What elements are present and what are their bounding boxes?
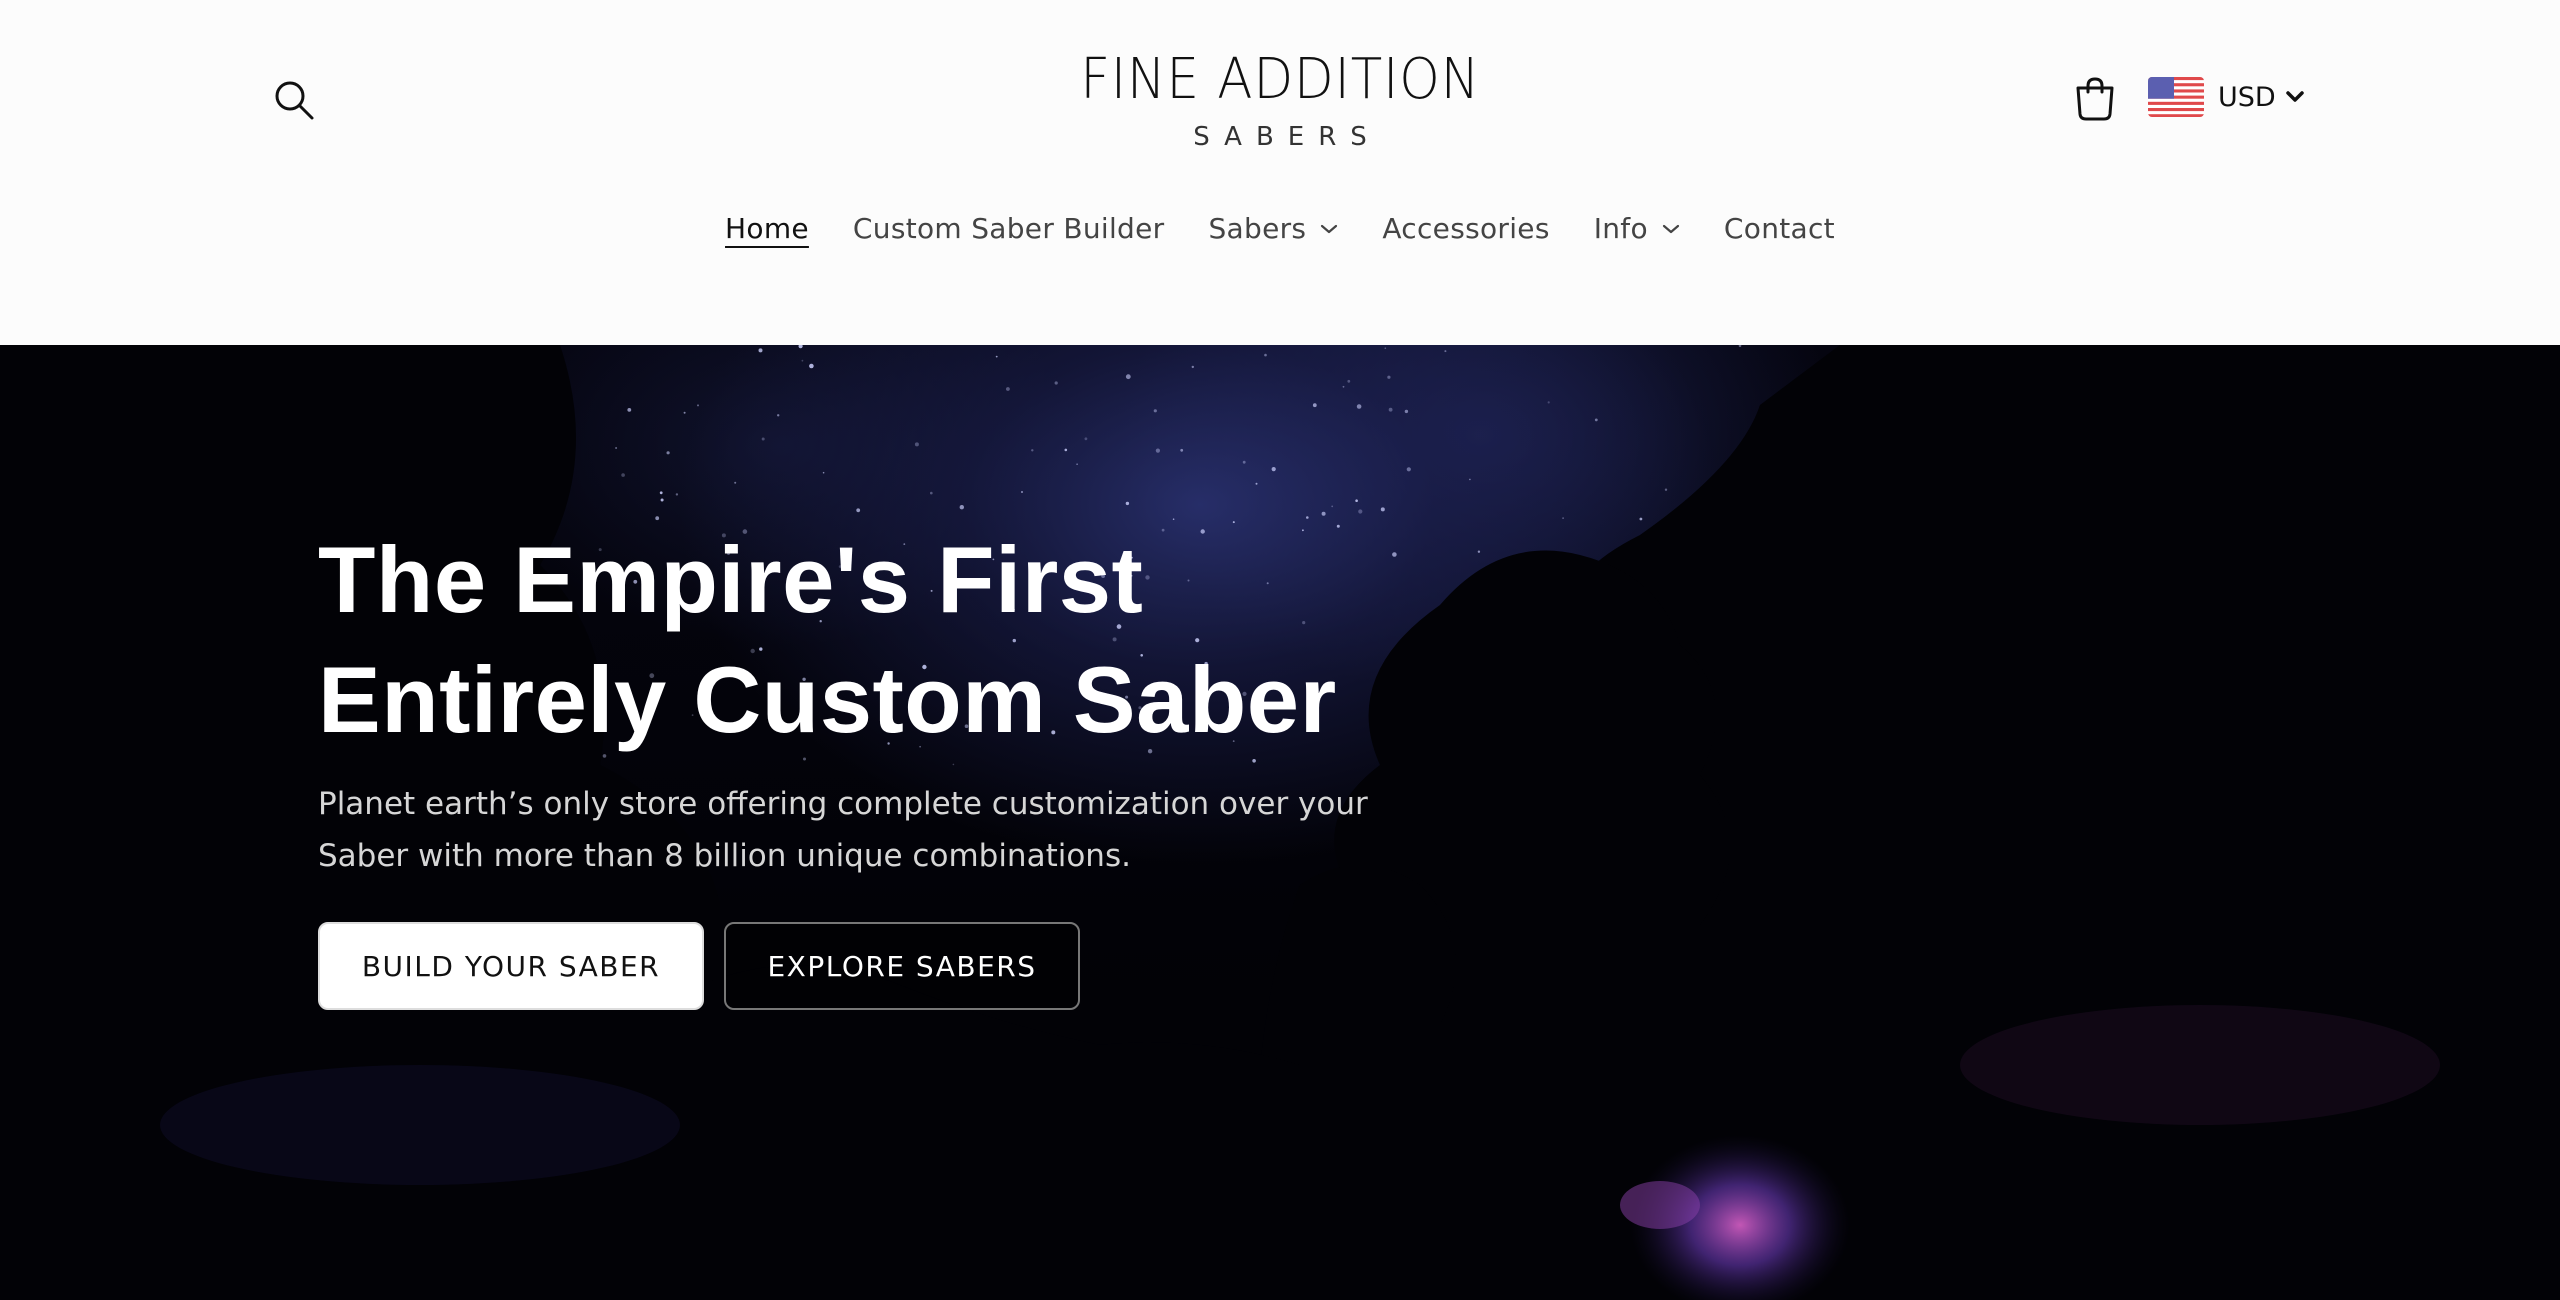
star (1380, 507, 1385, 512)
nav-item-label: Custom Saber Builder (852, 212, 1165, 245)
hero-title-line: Entirely Custom Saber (318, 647, 1337, 752)
star (761, 437, 765, 441)
star (995, 355, 998, 358)
nav-item-label: Contact (1723, 212, 1835, 245)
nav-item-contact[interactable]: Contact (1702, 212, 1857, 245)
star (856, 508, 861, 513)
star (659, 491, 663, 495)
shopping-bag-icon (2076, 77, 2114, 121)
nav-item-label: Accessories (1382, 212, 1550, 245)
star (1388, 407, 1393, 412)
star (1031, 449, 1034, 452)
chevron-down-icon (1662, 224, 1680, 233)
star (734, 481, 737, 484)
logo-wordmark: FINE ADDITION (1080, 47, 1480, 112)
star (1242, 460, 1246, 464)
star (1271, 467, 1276, 472)
star (1076, 463, 1078, 465)
main-nav: Home Custom Saber Builder Sabers Accesso… (0, 212, 2560, 245)
star (627, 408, 632, 412)
star (1306, 516, 1309, 519)
star (1355, 499, 1358, 502)
nav-item-accessories[interactable]: Accessories (1360, 212, 1571, 245)
hero-banner: The Empire's First Entirely Custom Saber… (0, 345, 2560, 1300)
chevron-down-icon (1321, 224, 1338, 233)
star (1444, 350, 1447, 353)
site-header: FINE ADDITION SABERS USD Home Custom Sab… (0, 0, 2560, 345)
currency-selector[interactable]: USD (2148, 74, 2304, 120)
hero-buttons: BUILD YOUR SABER EXPLORE SABERS (318, 922, 1518, 1010)
hero-subtitle: Planet earth’s only store offering compl… (318, 786, 1368, 874)
cart-button[interactable] (2074, 76, 2116, 122)
star (1084, 437, 1088, 441)
hero-title: The Empire's First Entirely Custom Saber (318, 520, 1518, 760)
nav-item-custom-saber-builder[interactable]: Custom Saber Builder (831, 212, 1187, 245)
star (1006, 387, 1010, 391)
star (1255, 482, 1258, 485)
star (1312, 403, 1317, 408)
nav-item-info[interactable]: Info (1572, 212, 1702, 245)
us-flag-icon (2148, 77, 2204, 117)
search-button[interactable] (270, 76, 320, 126)
star (1594, 418, 1598, 422)
star (1738, 345, 1742, 348)
star (1153, 409, 1157, 413)
star (1180, 448, 1184, 452)
star (1384, 347, 1387, 349)
nav-item-label: Sabers (1208, 212, 1307, 245)
star (666, 451, 670, 455)
star (1469, 478, 1471, 481)
star (1321, 511, 1326, 516)
star (1387, 375, 1391, 379)
star (822, 471, 825, 474)
star (1155, 448, 1160, 453)
star (1125, 374, 1131, 380)
search-icon (275, 81, 314, 120)
star (1358, 509, 1363, 514)
star (1264, 353, 1267, 357)
star (1547, 401, 1550, 404)
star (1021, 491, 1023, 493)
star (1342, 385, 1345, 388)
star (959, 505, 964, 510)
site-logo[interactable]: FINE ADDITION SABERS (1040, 47, 1520, 153)
star (777, 414, 780, 417)
star (697, 404, 699, 407)
nav-item-sabers[interactable]: Sabers (1186, 212, 1360, 245)
nav-item-label: Home (725, 212, 809, 245)
explore-sabers-button[interactable]: EXPLORE SABERS (724, 922, 1080, 1010)
logo-subtitle: SABERS (1193, 122, 1381, 152)
star (1562, 517, 1564, 519)
star (1356, 404, 1362, 409)
star (1404, 409, 1409, 414)
build-your-saber-button[interactable]: BUILD YOUR SABER (318, 922, 704, 1010)
star (1639, 517, 1643, 521)
star (1125, 501, 1130, 506)
star (758, 348, 763, 353)
star (1664, 488, 1668, 491)
hero-title-line: The Empire's First (318, 527, 1144, 632)
star (660, 498, 664, 502)
star (1191, 365, 1195, 369)
star (1331, 505, 1334, 508)
chevron-down-icon (2285, 91, 2304, 102)
star (801, 359, 804, 362)
star (615, 447, 618, 449)
hero-content: The Empire's First Entirely Custom Saber… (318, 520, 1518, 1010)
star (1347, 379, 1351, 383)
star (1406, 467, 1411, 472)
star (1054, 381, 1058, 385)
star (798, 345, 803, 349)
star (914, 442, 919, 447)
nav-item-home[interactable]: Home (703, 212, 831, 245)
currency-code: USD (2218, 81, 2276, 113)
star (1064, 448, 1068, 452)
star (930, 491, 933, 495)
star (675, 493, 679, 496)
star (809, 363, 814, 369)
nav-item-label: Info (1593, 212, 1648, 245)
star (621, 473, 625, 477)
star (683, 411, 686, 414)
